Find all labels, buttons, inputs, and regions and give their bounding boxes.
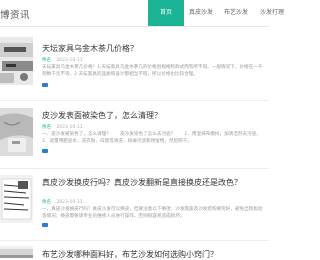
- article-title[interactable]: 布艺沙发哪种面料好，布艺沙发如何选购小窍门？: [42, 249, 218, 260]
- article-summary: 一、真皮沙发换皮行吗？真皮沙发可以换皮，但要注意以下事项：沙发底座及沙发结构要完…: [42, 207, 263, 219]
- article-meta: 佚名 2023-10-11: [42, 57, 83, 63]
- article-thumbnail[interactable]: [0, 37, 33, 85]
- site-logo[interactable]: 博资讯: [0, 7, 30, 21]
- article-author[interactable]: 佚名: [42, 200, 51, 205]
- nav-item-fabric-sofa[interactable]: 布艺沙发: [218, 0, 254, 26]
- nav-item-sofa-care[interactable]: 沙发打理: [254, 0, 290, 26]
- article-item: 皮沙发表面被染色了，怎么清理？ 佚名 2023-10-11 一、皮沙发被染色了，…: [0, 105, 269, 165]
- article-title[interactable]: 真皮沙发换皮行吗？真皮沙发翻新是直接换皮还是改色？: [42, 177, 242, 188]
- nav-item-home[interactable]: 首页: [148, 0, 184, 26]
- article-meta: 佚名 2023-10-11: [42, 124, 83, 130]
- article-date: 2023-10-11: [56, 58, 83, 63]
- divider: [0, 168, 269, 169]
- tag-icon[interactable]: [42, 83, 48, 87]
- article-item: 天坛家具乌金木茶几价格？ 佚名 2023-10-11 天坛家具乌金木茶几价格？1…: [0, 34, 269, 94]
- article-title[interactable]: 皮沙发表面被染色了，怎么清理？: [42, 110, 162, 121]
- divider: [0, 240, 269, 241]
- divider: [0, 100, 269, 101]
- article-thumbnail[interactable]: [0, 175, 33, 223]
- article-item: 真皮沙发换皮行吗？真皮沙发翻新是直接换皮还是改色？ 佚名 2023-10-11 …: [0, 172, 269, 232]
- article-item: 布艺沙发哪种面料好，布艺沙发如何选购小窍门？: [0, 244, 269, 260]
- article-title[interactable]: 天坛家具乌金木茶几价格？: [42, 43, 138, 54]
- article-meta: 佚名 2023-10-11: [42, 199, 83, 205]
- tag-icon[interactable]: [42, 223, 48, 227]
- article-author[interactable]: 佚名: [42, 125, 51, 130]
- article-date: 2023-10-11: [56, 125, 83, 130]
- tag-icon[interactable]: [42, 149, 48, 153]
- article-summary: 天坛家具乌金木茶几价格？1.天坛家具乌金木茶几的价格因规格和款式而有所不同。一般…: [42, 65, 263, 77]
- site-header: 博资讯 首页 真皮沙发 布艺沙发 沙发打理: [0, 0, 284, 27]
- article-date: 2023-10-11: [56, 200, 83, 205]
- main-nav: 首页 真皮沙发 布艺沙发 沙发打理: [148, 0, 290, 26]
- article-summary: 一、皮沙发被染色了，怎么清理？ 皮沙发染色了怎么去污迹？ 1、用湿抹布擦拭，加清…: [42, 132, 261, 144]
- article-author[interactable]: 佚名: [42, 58, 51, 63]
- nav-item-leather-sofa[interactable]: 真皮沙发: [184, 0, 218, 26]
- article-thumbnail[interactable]: [0, 246, 33, 258]
- article-thumbnail[interactable]: [0, 108, 33, 156]
